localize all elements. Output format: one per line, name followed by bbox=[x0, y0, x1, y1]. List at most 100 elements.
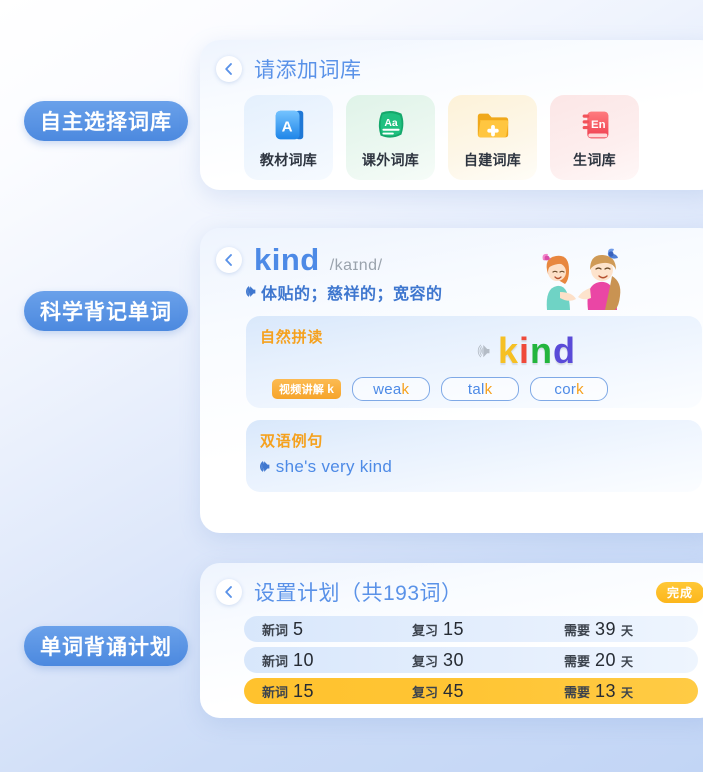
dictionary-tile-extracurricular[interactable]: Aa 课外词库 bbox=[346, 95, 435, 180]
plan-row[interactable]: 新词 10 复习 30 需要 20 天 bbox=[244, 647, 698, 673]
folder-plus-icon bbox=[477, 113, 508, 137]
plan-value-review: 30 bbox=[443, 649, 465, 670]
chevron-left-icon bbox=[225, 586, 232, 598]
word-headline: kind /kaɪnd/ bbox=[254, 242, 383, 278]
dictionary-card-title: 请添加词库 bbox=[254, 59, 362, 82]
book-a-icon: A bbox=[275, 110, 303, 139]
plan-label-review: 复习 bbox=[412, 622, 439, 638]
plan-cell-need: 需要 13 天 bbox=[564, 681, 680, 702]
word-meaning-text: 体贴的；慈祥的；宽容的 bbox=[260, 286, 443, 303]
phonics-letter-i: i bbox=[518, 330, 530, 371]
phonics-letter-k: k bbox=[497, 330, 519, 371]
plan-value-new: 10 bbox=[293, 649, 315, 670]
video-lesson-letter: k bbox=[327, 382, 335, 396]
book-aa-icon: Aa bbox=[378, 110, 403, 138]
ribbon-label-text: 科学背记单词 bbox=[40, 301, 172, 324]
video-lesson-button[interactable]: 视频讲解 k bbox=[272, 379, 342, 399]
ribbon-label-dictionary: 自主选择词库 bbox=[24, 101, 188, 141]
plan-card-title: 设置计划（共193词） bbox=[254, 582, 463, 605]
plan-value-need: 39 bbox=[595, 618, 617, 639]
back-button[interactable] bbox=[216, 579, 242, 605]
dictionary-tile-label: 课外词库 bbox=[361, 151, 420, 168]
example-sentence: she's very kind bbox=[275, 457, 393, 476]
ribbon-label-plan: 单词背诵计划 bbox=[24, 626, 188, 666]
ribbon-label-text: 单词背诵计划 bbox=[40, 636, 172, 659]
phonics-letter-n: n bbox=[530, 330, 553, 371]
plan-card: 设置计划（共193词） 完成 新词 5 复习 15 需要 39 天 新词 10 … bbox=[200, 563, 703, 718]
plan-row-list: 新词 5 复习 15 需要 39 天 新词 10 复习 30 需要 20 天 新… bbox=[244, 616, 698, 704]
phonics-letter-d: d bbox=[553, 330, 576, 371]
plan-cell-review: 复习 15 bbox=[412, 619, 564, 640]
plan-unit-day: 天 bbox=[621, 685, 634, 700]
plan-value-need: 13 bbox=[595, 680, 617, 701]
related-word-prefix: tal bbox=[467, 380, 485, 398]
example-title: 双语例句 bbox=[260, 433, 324, 450]
related-word-prefix: cor bbox=[554, 380, 577, 398]
dictionary-tile-textbook[interactable]: A 教材词库 bbox=[244, 95, 333, 180]
phonics-panel: 自然拼读 🕪 kind 视频讲解 k wea k tal k cor k bbox=[246, 316, 702, 408]
dictionary-tile-custom[interactable]: 自建词库 bbox=[448, 95, 537, 180]
svg-text:Aa: Aa bbox=[384, 117, 398, 128]
plan-cell-need: 需要 39 天 bbox=[564, 619, 680, 640]
example-panel: 双语例句 🕪 she's very kind bbox=[246, 420, 702, 492]
plan-value-review: 45 bbox=[443, 680, 465, 701]
plan-row-selected[interactable]: 新词 15 复习 45 需要 13 天 bbox=[244, 678, 698, 704]
plan-cell-new: 新词 15 bbox=[262, 681, 412, 702]
svg-text:A: A bbox=[281, 118, 292, 135]
plan-unit-day: 天 bbox=[621, 654, 634, 669]
speaker-icon[interactable]: 🕪 bbox=[260, 459, 270, 474]
done-badge[interactable]: 完成 bbox=[655, 581, 703, 603]
dictionary-tile-label: 生词库 bbox=[573, 151, 616, 168]
back-button[interactable] bbox=[216, 247, 242, 273]
word-text: kind bbox=[254, 242, 320, 277]
two-girls-illustration bbox=[542, 248, 621, 310]
related-word-highlight: k bbox=[484, 380, 493, 398]
speaker-icon[interactable]: 🕪 bbox=[246, 284, 256, 299]
plan-label-need: 需要 bbox=[564, 653, 591, 669]
related-word-prefix: wea bbox=[373, 380, 402, 398]
plan-label-review: 复习 bbox=[412, 684, 439, 700]
word-card: kind /kaɪnd/ 🕪 体贴的；慈祥的；宽容的 自然拼读 🕪 kind 视… bbox=[200, 228, 703, 533]
dictionary-card: 请添加词库 A 教材词库 Aa 课外词库 自建词库 En 生词库 bbox=[200, 40, 703, 190]
plan-cell-new: 新词 5 bbox=[262, 619, 412, 640]
plan-value-new: 5 bbox=[293, 618, 304, 639]
plan-cell-review: 复习 30 bbox=[412, 650, 564, 671]
related-word-highlight: k bbox=[401, 380, 410, 398]
chevron-left-icon bbox=[225, 254, 232, 266]
dictionary-tile-label: 教材词库 bbox=[259, 151, 318, 168]
plan-unit-day: 天 bbox=[621, 623, 634, 638]
plan-cell-new: 新词 10 bbox=[262, 650, 412, 671]
plan-cell-need: 需要 20 天 bbox=[564, 650, 680, 671]
svg-text:En: En bbox=[591, 118, 606, 130]
plan-label-need: 需要 bbox=[564, 684, 591, 700]
back-button[interactable] bbox=[216, 56, 242, 82]
word-phonetic: /kaɪnd/ bbox=[329, 257, 383, 274]
related-word-weak[interactable]: wea k bbox=[352, 377, 431, 401]
book-en-icon: En bbox=[582, 111, 608, 138]
related-word-talk[interactable]: tal k bbox=[441, 377, 520, 401]
plan-card-header: 设置计划（共193词） 完成 bbox=[200, 563, 703, 607]
dictionary-tile-newwords[interactable]: En 生词库 bbox=[550, 95, 639, 180]
ribbon-label-memorize: 科学背记单词 bbox=[24, 291, 188, 331]
plan-value-new: 15 bbox=[293, 680, 315, 701]
example-sentence-row: 🕪 she's very kind bbox=[260, 457, 688, 477]
phonics-colored-word: kind bbox=[498, 333, 576, 369]
plan-label-new: 新词 bbox=[262, 622, 289, 638]
plan-label-need: 需要 bbox=[564, 622, 591, 638]
plan-label-new: 新词 bbox=[262, 684, 289, 700]
dictionary-card-header: 请添加词库 bbox=[200, 40, 703, 84]
dictionary-tile-row: A 教材词库 Aa 课外词库 自建词库 En 生词库 bbox=[200, 84, 703, 180]
speaker-icon[interactable]: 🕪 bbox=[477, 341, 490, 361]
related-word-cork[interactable]: cor k bbox=[530, 377, 609, 401]
plan-cell-review: 复习 45 bbox=[412, 681, 564, 702]
phonics-word-row: 🕪 kind bbox=[260, 333, 688, 369]
plan-label-new: 新词 bbox=[262, 653, 289, 669]
plan-label-review: 复习 bbox=[412, 653, 439, 669]
ribbon-label-text: 自主选择词库 bbox=[40, 111, 172, 134]
chevron-left-icon bbox=[225, 63, 232, 75]
plan-value-review: 15 bbox=[443, 618, 465, 639]
dictionary-tile-label: 自建词库 bbox=[463, 151, 522, 168]
plan-row[interactable]: 新词 5 复习 15 需要 39 天 bbox=[244, 616, 698, 642]
phonics-tag-row: 视频讲解 k wea k tal k cor k bbox=[260, 377, 688, 401]
plan-value-need: 20 bbox=[595, 649, 617, 670]
